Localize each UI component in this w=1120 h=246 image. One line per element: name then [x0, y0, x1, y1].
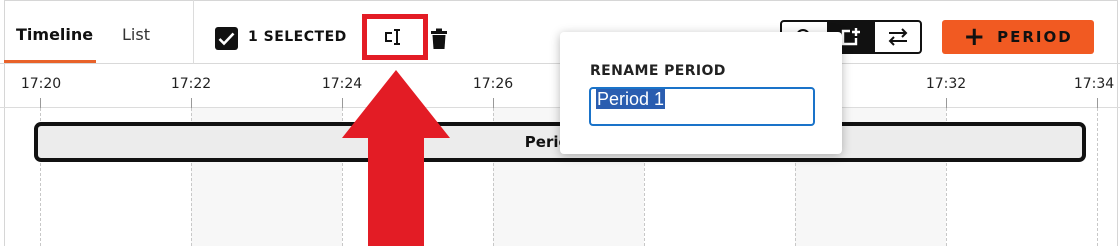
tick-mark: [40, 98, 41, 108]
tab-timeline[interactable]: Timeline: [4, 12, 96, 63]
gridline: [1097, 108, 1098, 246]
annotation-arrow: [342, 70, 450, 246]
tick-label: 17:26: [472, 76, 514, 92]
swap-button[interactable]: [875, 22, 920, 52]
tick-mark: [493, 98, 494, 108]
add-frame-icon: [841, 28, 860, 46]
tab-list[interactable]: List: [122, 12, 150, 62]
tick-mark: [1097, 98, 1098, 108]
trash-icon: [431, 28, 447, 49]
rename-input[interactable]: Period 1: [589, 87, 815, 126]
plus-icon: +: [963, 22, 988, 52]
tick-mark: [946, 98, 947, 108]
popup-title: RENAME PERIOD: [590, 63, 726, 79]
delete-button[interactable]: [428, 26, 450, 52]
swap-icon: [888, 28, 908, 46]
tick-label: 17:22: [170, 76, 212, 92]
selected-count: 1 SELECTED: [248, 29, 347, 45]
add-period-label: PERIOD: [997, 28, 1073, 46]
add-period-button[interactable]: + PERIOD: [942, 20, 1094, 54]
checkmark-icon: [218, 32, 235, 45]
rename-popup: RENAME PERIOD Period 1: [560, 32, 842, 154]
select-checkbox[interactable]: [215, 27, 238, 50]
tab-divider: [193, 0, 194, 64]
tick-label: 17:34: [1073, 76, 1115, 92]
tick-label: 17:32: [925, 76, 967, 92]
rename-input-value: Period 1: [596, 89, 666, 109]
rename-button[interactable]: [362, 14, 428, 60]
tick-label: 17:20: [20, 76, 62, 92]
tick-mark: [191, 98, 192, 108]
rename-icon: [385, 29, 400, 45]
